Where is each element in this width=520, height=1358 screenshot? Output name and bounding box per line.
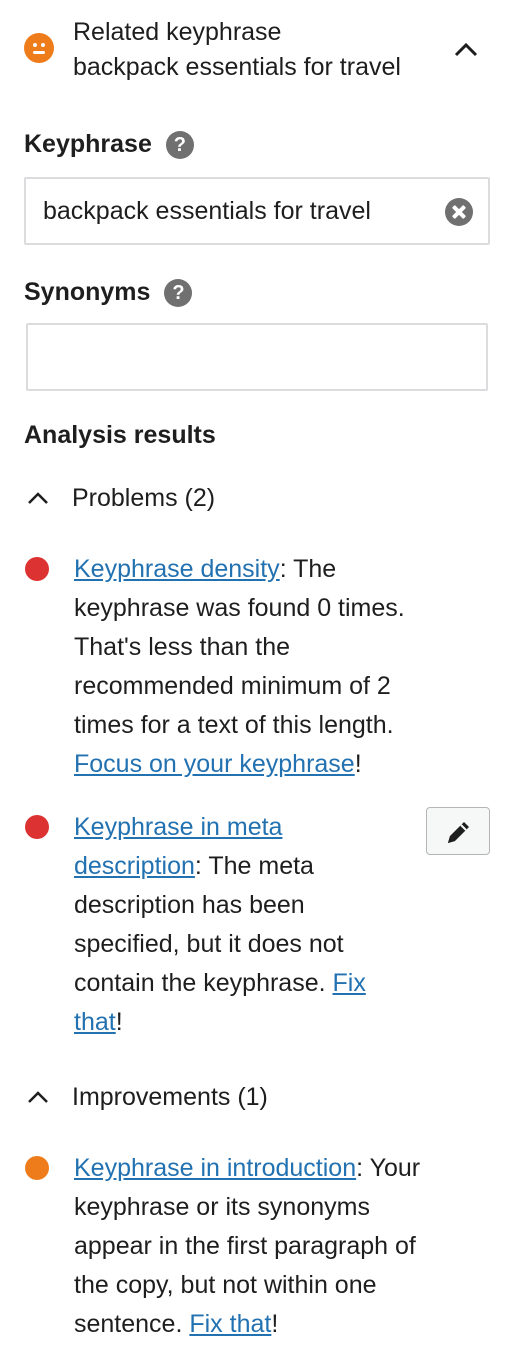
result-text-segment: !: [354, 750, 362, 778]
synonyms-label: Synonyms: [24, 278, 151, 306]
fix-that-link[interactable]: that: [74, 1008, 116, 1036]
result-text-line: description has been: [74, 891, 305, 919]
result-text-segment: : Your: [356, 1154, 421, 1182]
fix-that-link[interactable]: Fix that: [189, 1310, 271, 1338]
keyphrase-input-value: backpack essentials for travel: [43, 197, 371, 225]
help-icon[interactable]: ?: [164, 278, 193, 307]
analysis-results-heading: Analysis results: [24, 421, 216, 449]
neutral-face-icon: [24, 33, 54, 63]
synonyms-label-row: Synonyms ?: [24, 278, 193, 307]
problems-label: Problems (2): [72, 484, 216, 512]
keyphrase-in-introduction-link[interactable]: Keyphrase in introduction: [74, 1154, 356, 1182]
result-text: Keyphrase in meta description: The meta …: [74, 808, 366, 1042]
pencil-icon: [448, 822, 469, 843]
header-title: Related keyphrase: [73, 18, 282, 46]
keyphrase-density-link[interactable]: Keyphrase density: [74, 555, 280, 583]
result-text-segment: !: [271, 1310, 279, 1338]
result-text-segment: contain the keyphrase.: [74, 969, 333, 997]
synonyms-input[interactable]: [26, 323, 488, 391]
chevron-up-icon[interactable]: [452, 36, 480, 64]
focus-on-keyphrase-link[interactable]: Focus on your keyphrase: [74, 750, 355, 778]
result-text-line: specified, but it does not: [74, 930, 344, 958]
improvements-toggle[interactable]: Improvements (1): [24, 1083, 268, 1112]
keyphrase-label: Keyphrase: [24, 130, 152, 158]
result-text-segment: : The meta: [194, 852, 314, 880]
result-text: Keyphrase in introduction: Your keyphras…: [74, 1149, 420, 1344]
keyphrase-in-meta-link[interactable]: description: [74, 852, 195, 880]
header-subtitle: backpack essentials for travel: [73, 53, 401, 81]
red-bullet-icon: [25, 815, 49, 839]
help-icon[interactable]: ?: [165, 130, 194, 159]
result-text-line: That's less than the: [74, 633, 291, 661]
result-text-segment: sentence.: [74, 1310, 190, 1338]
chevron-up-icon: [28, 491, 48, 504]
chevron-up-icon: [28, 1090, 48, 1103]
related-keyphrase-header[interactable]: Related keyphrase backpack essentials fo…: [0, 0, 520, 100]
result-text: Keyphrase density: The keyphrase was fou…: [74, 550, 405, 784]
result-text-segment: !: [115, 1008, 123, 1036]
result-text-line: keyphrase or its synonyms: [74, 1193, 370, 1221]
keyphrase-label-row: Keyphrase ?: [24, 130, 194, 159]
result-text-line: appear in the first paragraph of: [74, 1232, 416, 1260]
orange-bullet-icon: [25, 1156, 49, 1180]
result-text-line: times for a text of this length.: [74, 711, 394, 739]
result-text-line: recommended minimum of 2: [74, 672, 391, 700]
edit-meta-description-button[interactable]: [426, 807, 490, 855]
result-text-line: the copy, but not within one: [74, 1271, 377, 1299]
improvements-label: Improvements (1): [72, 1083, 268, 1111]
fix-that-link[interactable]: Fix: [333, 969, 366, 997]
keyphrase-input[interactable]: backpack essentials for travel: [24, 177, 490, 245]
clear-icon[interactable]: [445, 198, 473, 226]
result-text-segment: : The: [279, 555, 337, 583]
problems-toggle[interactable]: Problems (2): [24, 484, 215, 513]
result-text-line: keyphrase was found 0 times.: [74, 594, 405, 622]
keyphrase-in-meta-link[interactable]: Keyphrase in meta: [74, 813, 282, 841]
red-bullet-icon: [25, 557, 49, 581]
